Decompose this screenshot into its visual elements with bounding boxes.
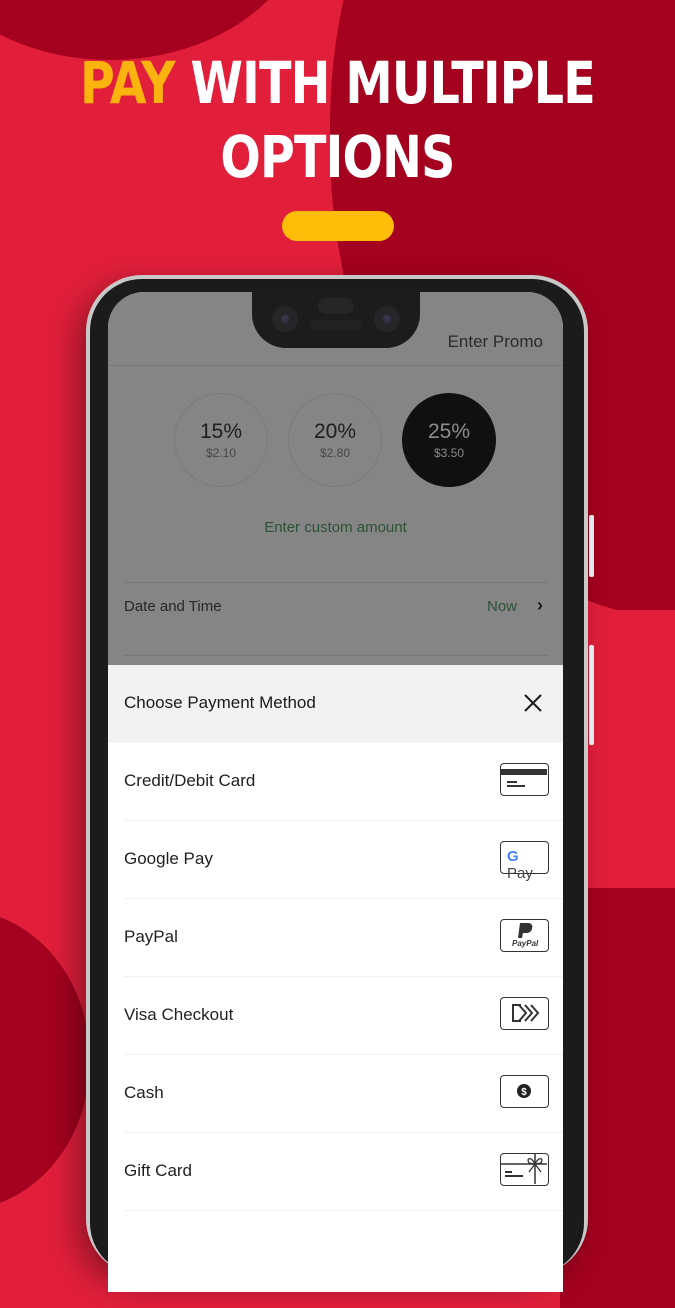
headline-accent: PAY xyxy=(80,49,176,117)
speaker xyxy=(318,298,354,314)
payment-method-label: Visa Checkout xyxy=(124,1005,234,1024)
phone-side-button xyxy=(589,645,594,745)
paypal-logo-text: PayPal xyxy=(512,939,539,948)
headline-line2: OPTIONS xyxy=(220,123,455,191)
enter-custom-amount-link[interactable]: Enter custom amount xyxy=(108,519,563,536)
payment-method-google-pay[interactable]: Google Pay G Pay xyxy=(124,821,563,899)
speaker-grill xyxy=(310,320,362,330)
payment-method-label: Credit/Debit Card xyxy=(124,771,256,790)
divider xyxy=(124,655,547,656)
chevron-right-icon: › xyxy=(537,595,543,615)
tip-amount: $2.10 xyxy=(205,446,237,460)
payment-method-label: Cash xyxy=(124,1083,164,1102)
payment-method-credit-card[interactable]: Credit/Debit Card xyxy=(124,743,563,821)
google-pay-logo: G Pay xyxy=(507,848,533,882)
date-time-value: Now xyxy=(486,598,517,615)
background-shape xyxy=(0,910,90,1210)
paypal-icon: PayPal xyxy=(500,919,549,952)
header-divider xyxy=(108,365,563,366)
tip-percent: 25% xyxy=(427,420,471,443)
tip-amount: $2.80 xyxy=(319,446,351,460)
phone-side-button xyxy=(589,515,594,577)
promo-headline: PAY WITH MULTIPLE OPTIONS xyxy=(61,46,615,194)
payment-method-gift-card[interactable]: Gift Card xyxy=(124,1133,563,1211)
gift-card-icon xyxy=(500,1153,549,1186)
enter-promo-link[interactable]: Enter Promo xyxy=(448,332,543,352)
tip-percent: 20% xyxy=(313,420,357,443)
cash-icon: $ xyxy=(500,1075,549,1108)
payment-method-label: Google Pay xyxy=(124,849,213,868)
visa-checkout-icon xyxy=(500,997,549,1030)
svg-text:$: $ xyxy=(521,1087,527,1098)
tip-option-25[interactable]: 25% $3.50 xyxy=(402,393,496,487)
tip-option-20[interactable]: 20% $2.80 xyxy=(288,393,382,487)
payment-method-label: Gift Card xyxy=(124,1161,193,1180)
phone-notch xyxy=(252,292,420,348)
payment-sheet-header: Choose Payment Method xyxy=(108,665,563,743)
date-time-label: Date and Time xyxy=(124,598,222,615)
headline-line1: WITH MULTIPLE xyxy=(174,49,595,117)
payment-method-paypal[interactable]: PayPal PayPal xyxy=(124,899,563,977)
payment-method-label: PayPal xyxy=(124,927,178,946)
credit-card-icon xyxy=(500,763,549,796)
phone-screen: Enter Promo 15% $2.10 20% $2.80 25% $3.5… xyxy=(108,292,563,1292)
decorative-pill xyxy=(282,211,394,241)
close-icon[interactable] xyxy=(521,691,545,715)
phone-frame: Enter Promo 15% $2.10 20% $2.80 25% $3.5… xyxy=(86,275,594,1292)
tip-option-15[interactable]: 15% $2.10 xyxy=(174,393,268,487)
tip-amount: $3.50 xyxy=(433,446,465,460)
tip-percent: 15% xyxy=(199,420,243,443)
divider xyxy=(124,582,547,583)
google-pay-icon: G Pay xyxy=(500,841,549,882)
payment-sheet-title: Choose Payment Method xyxy=(124,693,316,712)
date-time-row[interactable]: Date and Time Now › xyxy=(108,595,563,638)
camera-icon xyxy=(374,306,400,332)
camera-icon xyxy=(272,306,298,332)
payment-method-list: Credit/Debit Card Google Pay G Pay PayPa… xyxy=(108,743,563,1211)
payment-method-visa-checkout[interactable]: Visa Checkout xyxy=(124,977,563,1055)
payment-method-cash[interactable]: Cash $ xyxy=(124,1055,563,1133)
